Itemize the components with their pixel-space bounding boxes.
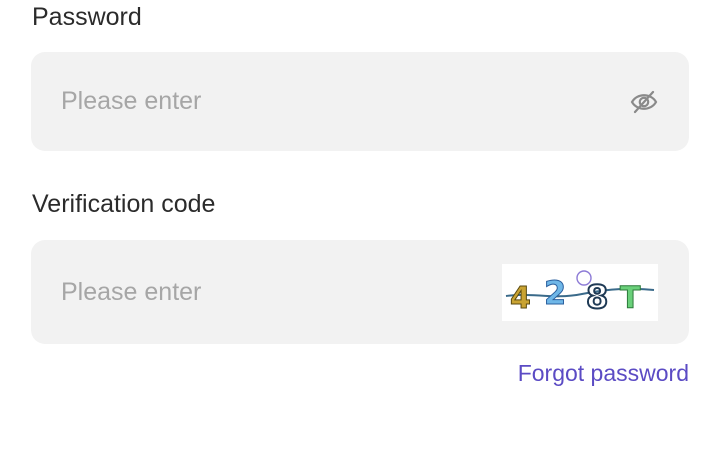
captcha-char-4: T bbox=[620, 281, 641, 316]
verification-code-input[interactable] bbox=[61, 240, 491, 344]
eye-off-icon[interactable] bbox=[629, 87, 659, 117]
verification-code-label: Verification code bbox=[32, 190, 216, 218]
password-label: Password bbox=[32, 3, 142, 31]
captcha-char-1: 4 bbox=[510, 281, 531, 316]
captcha-char-2: 2 bbox=[544, 274, 566, 312]
forgot-password-link[interactable]: Forgot password bbox=[518, 362, 689, 385]
verification-field-container: 4 2 8 T bbox=[31, 240, 689, 344]
password-field-container bbox=[31, 52, 689, 151]
login-form: Password Verification code 4 2 8 T F bbox=[0, 0, 720, 450]
password-input[interactable] bbox=[61, 52, 491, 151]
captcha-image[interactable]: 4 2 8 T bbox=[502, 264, 658, 321]
captcha-char-3: 8 bbox=[586, 278, 608, 316]
